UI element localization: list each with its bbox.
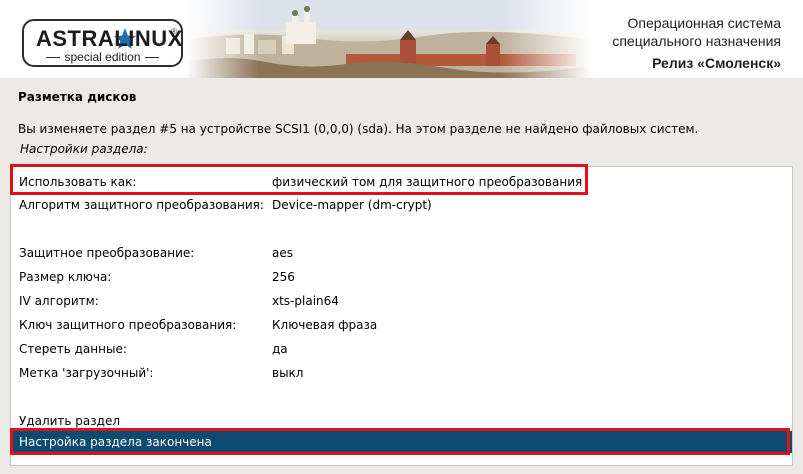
- setting-value: физический том для защитного преобразова…: [272, 175, 583, 189]
- header-banner: ASTRALINUX ® special edition Операционна…: [0, 0, 803, 78]
- logo-text: ASTRALINUX: [36, 26, 183, 51]
- action-label: Удалить раздел: [19, 414, 121, 428]
- setting-bootable-flag[interactable]: Метка 'загрузочный': выкл: [11, 361, 792, 385]
- setting-key: Использовать как:: [19, 175, 137, 189]
- setting-value: Device-mapper (dm-crypt): [272, 198, 432, 212]
- release-line-1: Операционная система: [627, 15, 781, 31]
- setting-encryption[interactable]: Защитное преобразование: aes: [11, 241, 792, 265]
- setting-value: да: [272, 342, 288, 356]
- header-photo: [186, 0, 592, 78]
- logo-subtitle: special edition: [24, 51, 181, 63]
- delete-partition-item[interactable]: Удалить раздел: [11, 409, 792, 433]
- astralinux-logo: ASTRALINUX ® special edition: [22, 19, 183, 67]
- setting-value: выкл: [272, 366, 304, 380]
- photo-fade-overlay: [186, 0, 592, 78]
- action-label: Настройка раздела закончена: [19, 435, 212, 449]
- release-name: Релиз «Смоленск»: [652, 55, 781, 71]
- logo-registered-mark: ®: [171, 27, 177, 36]
- setting-value: Ключевая фраза: [272, 318, 378, 332]
- setting-key: Метка 'загрузочный':: [19, 366, 154, 380]
- partition-info-text: Вы изменяете раздел #5 на устройстве SCS…: [18, 122, 699, 136]
- release-line-2: специального назначения: [612, 33, 781, 49]
- setting-key: Стереть данные:: [19, 342, 127, 356]
- settings-subtitle: Настройки раздела:: [20, 142, 148, 156]
- setting-key: IV алгоритм:: [19, 294, 99, 308]
- setting-erase-data[interactable]: Стереть данные: да: [11, 337, 792, 361]
- setting-encryption-key[interactable]: Ключ защитного преобразования: Ключевая …: [11, 313, 792, 337]
- setting-value: xts-plain64: [272, 294, 339, 308]
- setting-key: Ключ защитного преобразования:: [19, 318, 237, 332]
- release-info: Операционная система специального назнач…: [612, 14, 781, 74]
- done-setting-up-partition-item[interactable]: Настройка раздела закончена: [11, 431, 792, 453]
- setting-key: Алгоритм защитного преобразования:: [19, 198, 264, 212]
- setting-encryption-method[interactable]: Алгоритм защитного преобразования: Devic…: [11, 193, 792, 217]
- setting-use-as[interactable]: Использовать как: физический том для защ…: [11, 170, 792, 194]
- setting-value: aes: [272, 246, 293, 260]
- setting-iv-algorithm[interactable]: IV алгоритм: xts-plain64: [11, 289, 792, 313]
- installer-content: Разметка дисков Вы изменяете раздел #5 н…: [0, 78, 803, 474]
- setting-value: 256: [272, 270, 295, 284]
- partition-settings-list: Использовать как: физический том для защ…: [10, 166, 793, 466]
- setting-key-size[interactable]: Размер ключа: 256: [11, 265, 792, 289]
- setting-key: Защитное преобразование:: [19, 246, 195, 260]
- page-title: Разметка дисков: [18, 90, 137, 104]
- setting-key: Размер ключа:: [19, 270, 112, 284]
